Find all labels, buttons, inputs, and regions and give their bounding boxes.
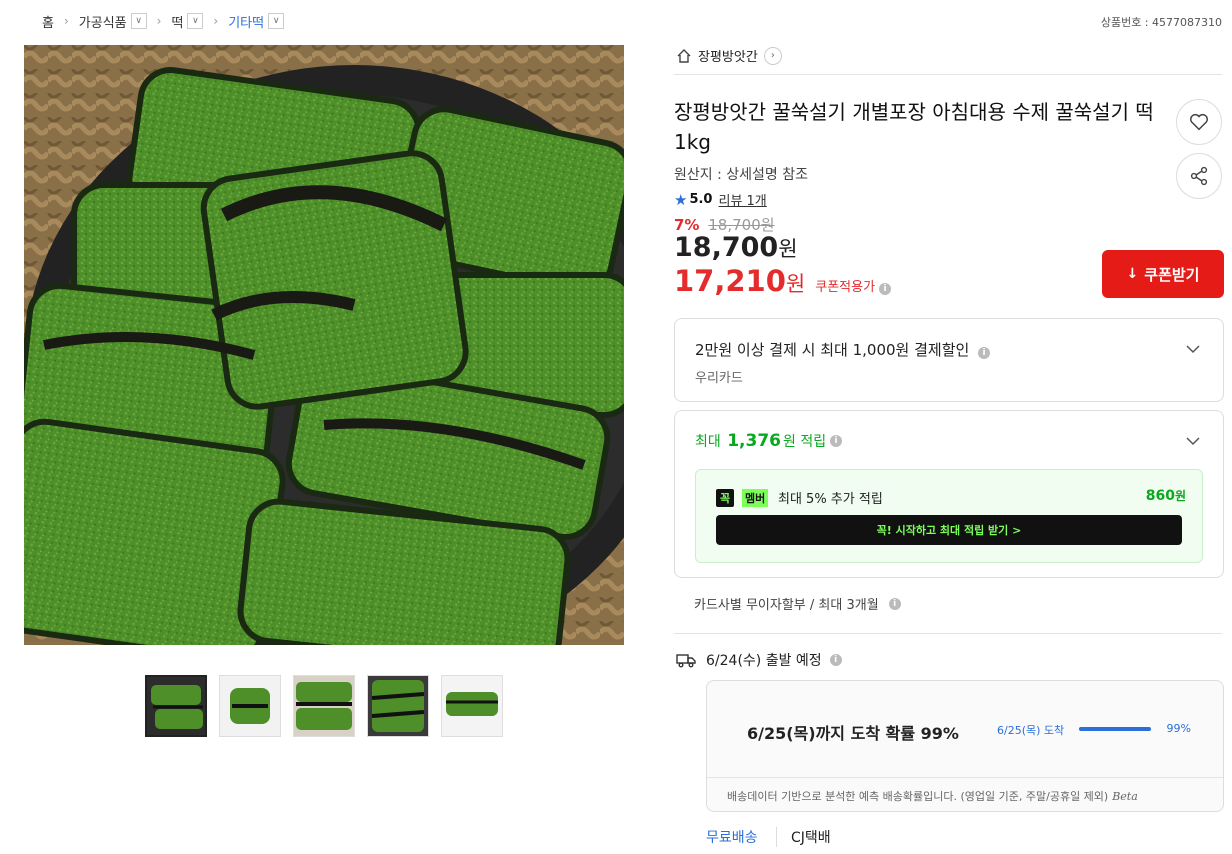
arrival-progress-bar — [1079, 727, 1151, 731]
share-icon — [1190, 166, 1208, 186]
main-product-image[interactable] — [24, 45, 624, 645]
divider — [707, 777, 1223, 778]
breadcrumb-other-rice-cake[interactable]: 기타떡 ∨ — [228, 12, 285, 31]
store-icon — [677, 48, 691, 63]
seller-link[interactable]: 장평방앗간 › — [676, 46, 782, 65]
info-icon[interactable]: i — [829, 654, 842, 666]
share-button[interactable] — [1176, 153, 1222, 199]
member-benefit-box: 꼭 멤버 최대 5% 추가 적립 860원 꼭! 시작하고 최대 적립 받기 > — [695, 469, 1203, 563]
payment-benefit-title: 2만원 이상 결제 시 최대 1,000원 결제할인 i — [695, 339, 991, 360]
chevron-down-icon[interactable]: ∨ — [130, 13, 147, 29]
shipping-departure: 6/24(수) 출발 예정 i — [676, 650, 842, 670]
coupon-price: 17,210 원 쿠폰적용가 i — [674, 264, 892, 298]
coupon-download-button[interactable]: ↓ 쿠폰받기 — [1102, 250, 1224, 298]
sale-price-unit: 원 — [778, 237, 798, 261]
product-number: 상품번호 : 4577087310 — [1100, 16, 1222, 29]
carrier-name: CJ택배 — [776, 827, 831, 847]
review-count-link[interactable]: 리뷰 1개 — [718, 190, 766, 209]
sale-price-value: 18,700 — [674, 232, 779, 263]
member-points: 860원 — [1145, 488, 1186, 504]
rating: ★ 5.0 리뷰 1개 — [674, 190, 767, 210]
thumbnail-image — [220, 676, 280, 736]
points-amount: 1,376 — [727, 431, 781, 451]
thumbnail-3[interactable] — [293, 675, 355, 737]
star-icon: ★ — [674, 190, 688, 209]
chevron-down-icon[interactable]: ∨ — [187, 13, 204, 29]
arrival-percentage: 99% — [1166, 722, 1191, 735]
sale-price: 18,700원 — [674, 232, 798, 263]
member-benefit-text: 최대 5% 추가 적립 — [778, 492, 883, 507]
coupon-price-unit: 원 — [785, 272, 806, 296]
coupon-price-tag: 쿠폰적용가 — [815, 280, 876, 295]
points-title: 최대 1,376 원 적립 i — [695, 431, 843, 451]
chevron-down-icon[interactable] — [1185, 433, 1201, 449]
free-shipping-link[interactable]: 무료배송 — [706, 827, 758, 847]
heart-icon — [1190, 113, 1208, 131]
payment-benefit-card: 우리카드 — [695, 371, 743, 386]
thumbnail-1[interactable] — [145, 675, 207, 737]
coupon-price-value: 17,210 — [674, 264, 786, 298]
thumbnail-2[interactable] — [219, 675, 281, 737]
delivery-probability-panel: 6/25(목)까지 도착 확률 99% 6/25(목) 도착 99% 배송데이터… — [706, 680, 1224, 812]
seller-name[interactable]: 장평방앗간 — [698, 46, 758, 65]
member-badge-label: 멤버 — [742, 489, 769, 507]
thumbnail-image — [442, 676, 502, 736]
thumbnail-4[interactable] — [367, 675, 429, 737]
chevron-right-icon[interactable]: › — [763, 46, 782, 65]
truck-icon — [676, 654, 696, 668]
product-title: 장평방앗간 꿀쑥설기 개별포장 아침대용 수제 꿀쑥설기 떡 1kg — [674, 100, 1154, 154]
member-signup-button[interactable]: 꼭! 시작하고 최대 적립 받기 > — [716, 515, 1182, 545]
arrival-probability: 6/25(목)까지 도착 확률 99% — [747, 724, 959, 743]
info-icon[interactable]: i — [830, 435, 843, 447]
chevron-down-icon[interactable]: ∨ — [268, 13, 285, 29]
breadcrumb-home[interactable]: 홈 — [42, 12, 54, 31]
thumbnail-5[interactable] — [441, 675, 503, 737]
points-panel[interactable]: 최대 1,376 원 적립 i 꼭 멤버 최대 5% 추가 적립 860원 꼭! … — [674, 410, 1224, 578]
breadcrumb-processed-food[interactable]: 가공식품 ∨ — [79, 12, 147, 31]
member-badge-icon: 꼭 — [716, 489, 735, 507]
info-icon[interactable]: i — [888, 597, 901, 610]
arrival-date: 6/25(목) 도착 — [997, 724, 1065, 737]
chevron-right-icon: › — [213, 14, 219, 28]
breadcrumb-rice-cake[interactable]: 떡 ∨ — [171, 12, 204, 31]
thumbnail-list — [145, 675, 503, 737]
info-icon[interactable]: i — [978, 347, 991, 359]
coupon-button-label: 쿠폰받기 — [1144, 265, 1200, 284]
wishlist-button[interactable] — [1176, 99, 1222, 145]
installment-info: 카드사별 무이자할부 / 최대 3개월 i — [694, 594, 901, 613]
breadcrumb: 홈 › 가공식품 ∨ › 떡 ∨ › 기타떡 ∨ — [42, 10, 285, 32]
product-photo — [24, 45, 624, 645]
thumbnail-image — [294, 676, 354, 736]
beta-label: Beta — [1112, 790, 1138, 803]
thumbnail-image — [147, 677, 205, 735]
rating-score: 5.0 — [689, 192, 713, 207]
info-icon[interactable]: i — [879, 283, 892, 295]
delivery-note: 배송데이터 기반으로 분석한 예측 배송확률입니다. (영업일 기준, 주말/공… — [727, 790, 1138, 803]
chevron-right-icon: › — [156, 14, 162, 28]
chevron-right-icon: › — [63, 14, 69, 28]
chevron-down-icon[interactable] — [1185, 341, 1201, 357]
origin-info: 원산지 : 상세설명 참조 — [674, 167, 808, 183]
divider — [674, 633, 1222, 634]
payment-benefit-panel[interactable]: 2만원 이상 결제 시 최대 1,000원 결제할인 i 우리카드 — [674, 318, 1224, 402]
thumbnail-image — [368, 676, 428, 736]
divider — [674, 74, 1222, 75]
download-icon: ↓ — [1126, 266, 1139, 282]
